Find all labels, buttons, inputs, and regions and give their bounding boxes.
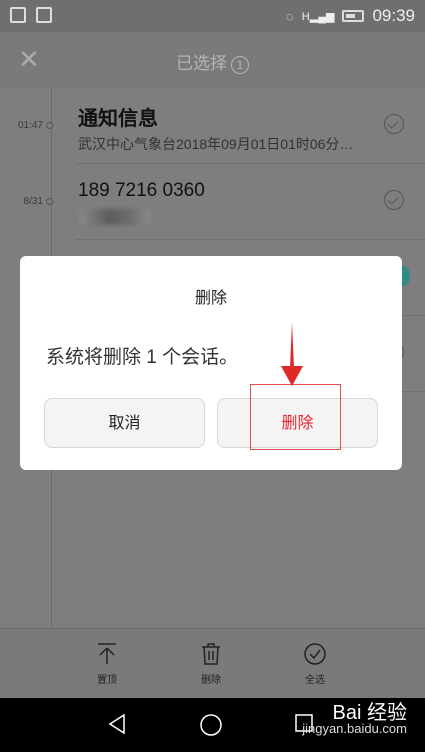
highlight-box	[250, 384, 341, 450]
select-all-label: 全选	[305, 675, 325, 686]
trash-icon	[202, 643, 220, 665]
battery-icon	[342, 10, 365, 22]
timeline-dot	[46, 122, 53, 129]
notification-icon	[10, 7, 26, 23]
clock: 09:39	[372, 6, 415, 25]
delete-toolbar-button[interactable]: 删除	[171, 629, 251, 688]
timestamp: 8/31	[23, 196, 43, 207]
contact-name: 189 7216 0360	[78, 180, 205, 201]
delete-label: 删除	[201, 675, 221, 686]
cancel-button[interactable]: 取消	[44, 398, 205, 448]
check-circle-icon[interactable]	[384, 190, 404, 210]
contact-name: 通知信息	[78, 108, 158, 130]
back-icon[interactable]	[107, 713, 127, 735]
list-item[interactable]: 01:47 通知信息 武汉中心气象台2018年09月01日01时06分…	[0, 88, 425, 164]
bottom-toolbar: 置顶 删除 全选	[0, 628, 425, 699]
check-circle-icon	[304, 643, 326, 665]
dialog-message: 系统将删除 1 个会话。	[46, 347, 239, 368]
select-all-button[interactable]: 全选	[275, 629, 355, 688]
timestamp: 01:47	[17, 120, 43, 131]
annotation-arrow-icon	[281, 322, 303, 386]
list-item[interactable]: 8/31 189 7216 0360	[0, 164, 425, 240]
selected-count-badge: 1	[231, 56, 249, 74]
navigation-bar: Bai 经验 jingyan.baidu.com	[0, 698, 425, 752]
selection-header: ✕ 已选择 1	[0, 32, 425, 88]
watermark-url: jingyan.baidu.com	[302, 721, 407, 736]
pin-button[interactable]: 置顶	[67, 629, 147, 688]
status-bar: ◌ H▂▄▆ 09:39	[0, 0, 425, 32]
page-title: 已选择 1	[0, 49, 425, 74]
pin-label: 置顶	[97, 675, 117, 686]
signal-icon: H▂▄▆	[301, 10, 335, 23]
check-circle-icon[interactable]	[384, 114, 404, 134]
pin-top-icon	[98, 643, 116, 664]
message-preview: 武汉中心气象台2018年09月01日01时06分…	[78, 136, 354, 152]
delete-dialog: 删除 系统将删除 1 个会话。 取消 删除	[20, 256, 402, 470]
baidu-watermark: Bai 经验 jingyan.baidu.com	[302, 702, 407, 736]
timeline-dot	[46, 198, 53, 205]
watermark-brand: Bai 经验	[332, 702, 407, 724]
vibrate-icon: ◌	[286, 8, 294, 24]
home-icon[interactable]	[199, 713, 223, 737]
image-icon	[36, 7, 52, 23]
dialog-title: 删除	[194, 290, 227, 307]
blurred-preview	[80, 209, 150, 225]
